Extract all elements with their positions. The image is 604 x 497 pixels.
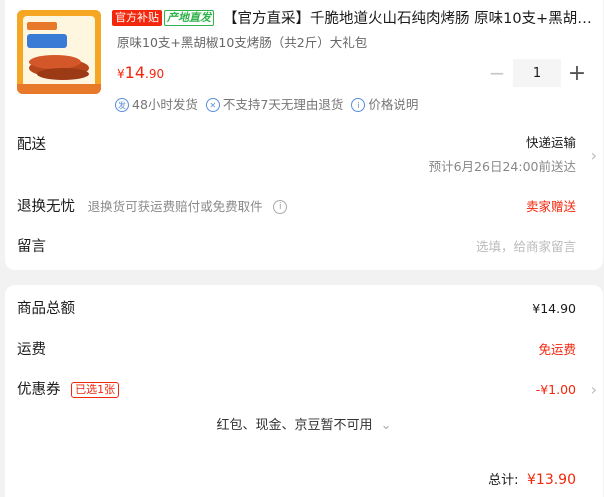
product-price: ¥14.90 (117, 63, 164, 84)
product-thumbnail[interactable] (17, 10, 101, 94)
message-label: 留言 (17, 239, 46, 255)
quantity-value[interactable]: 1 (513, 59, 561, 87)
delivery-method[interactable]: 快递运输 (526, 134, 576, 152)
service-guarantees: 发 48小时发货 ✕ 不支持7天无理由退货 i 价格说明 (115, 96, 418, 114)
delivery-chevron-right-icon[interactable]: › (591, 147, 597, 165)
no-return-icon: ✕ (205, 98, 220, 112)
product-spec: 原味10支+黑胡椒10支烤肠（共2斤）大礼包 (117, 35, 368, 50)
returns-row: 退换无忧 退换货可获运费赔付或免费取件 i (17, 197, 288, 217)
returns-value: 卖家赠送 (525, 199, 576, 214)
coupon-selected-badge: 已选1张 (71, 382, 120, 398)
service-no-return[interactable]: ✕ 不支持7天无理由退货 (205, 96, 344, 114)
coupon-label: 优惠券 (17, 382, 61, 398)
coupon-row[interactable]: 优惠券 已选1张 (17, 380, 120, 400)
order-item-card: 官方补贴 产地直发 【官方直采】千脆地道火山石纯肉烤肠 原味10支+黑胡椒10支… (5, 0, 603, 270)
service-label: 48小时发货 (132, 97, 198, 112)
shipping-icon: 发 (115, 98, 129, 112)
service-label: 不支持7天无理由退货 (222, 97, 344, 112)
service-label: 价格说明 (368, 97, 419, 112)
quantity-stepper: − 1 + (481, 58, 598, 88)
returns-desc: 退换货可获运费赔付或免费取件 (87, 199, 263, 214)
coupon-discount-value[interactable]: -¥1.00 (536, 381, 576, 399)
official-subsidy-tag: 官方补贴 (112, 10, 162, 26)
coupon-chevron-right-icon[interactable]: › (591, 381, 597, 399)
goods-total-value: ¥14.90 (532, 301, 576, 316)
message-input[interactable]: 选填，给商家留言 (476, 238, 576, 256)
returns-label: 退换无忧 (17, 199, 75, 215)
delivery-label: 配送 (17, 137, 46, 153)
total-label: 总计: (488, 473, 519, 488)
increase-quantity-button[interactable]: + (561, 58, 593, 88)
delivery-eta[interactable]: 预计6月26日24:00前送达 (429, 158, 576, 176)
chevron-down-icon: ⌄ (380, 418, 392, 433)
service-shipping-48h[interactable]: 发 48小时发货 (115, 96, 198, 114)
total-value: ¥13.90 (527, 472, 576, 488)
info-icon[interactable]: i (273, 200, 288, 214)
decrease-quantity-button[interactable]: − (481, 58, 513, 88)
price-integer: 14 (124, 63, 145, 82)
goods-total-label: 商品总额 (17, 301, 75, 317)
unavailable-note[interactable]: 红包、现金、京豆暂不可用 ⌄ (5, 417, 603, 435)
price-currency: ¥ (117, 67, 125, 81)
order-summary-card: 商品总额 ¥14.90 运费 免运费 优惠券 已选1张 -¥1.00 › 红包、… (5, 285, 603, 497)
service-price-info[interactable]: i 价格说明 (351, 96, 418, 114)
info-icon: i (351, 98, 366, 112)
product-title[interactable]: 【官方直采】千脆地道火山石纯肉烤肠 原味10支+黑胡椒10支烤肠 (223, 9, 599, 29)
product-tags: 官方补贴 产地直发 (112, 10, 214, 26)
price-decimal: .90 (145, 67, 165, 81)
unavailable-text: 红包、现金、京豆暂不可用 (216, 418, 373, 433)
origin-direct-tag: 产地直发 (164, 10, 214, 26)
shipping-fee-value: 免运费 (538, 342, 576, 357)
shipping-fee-label: 运费 (17, 342, 46, 358)
order-total: 总计: ¥13.90 (488, 470, 576, 491)
